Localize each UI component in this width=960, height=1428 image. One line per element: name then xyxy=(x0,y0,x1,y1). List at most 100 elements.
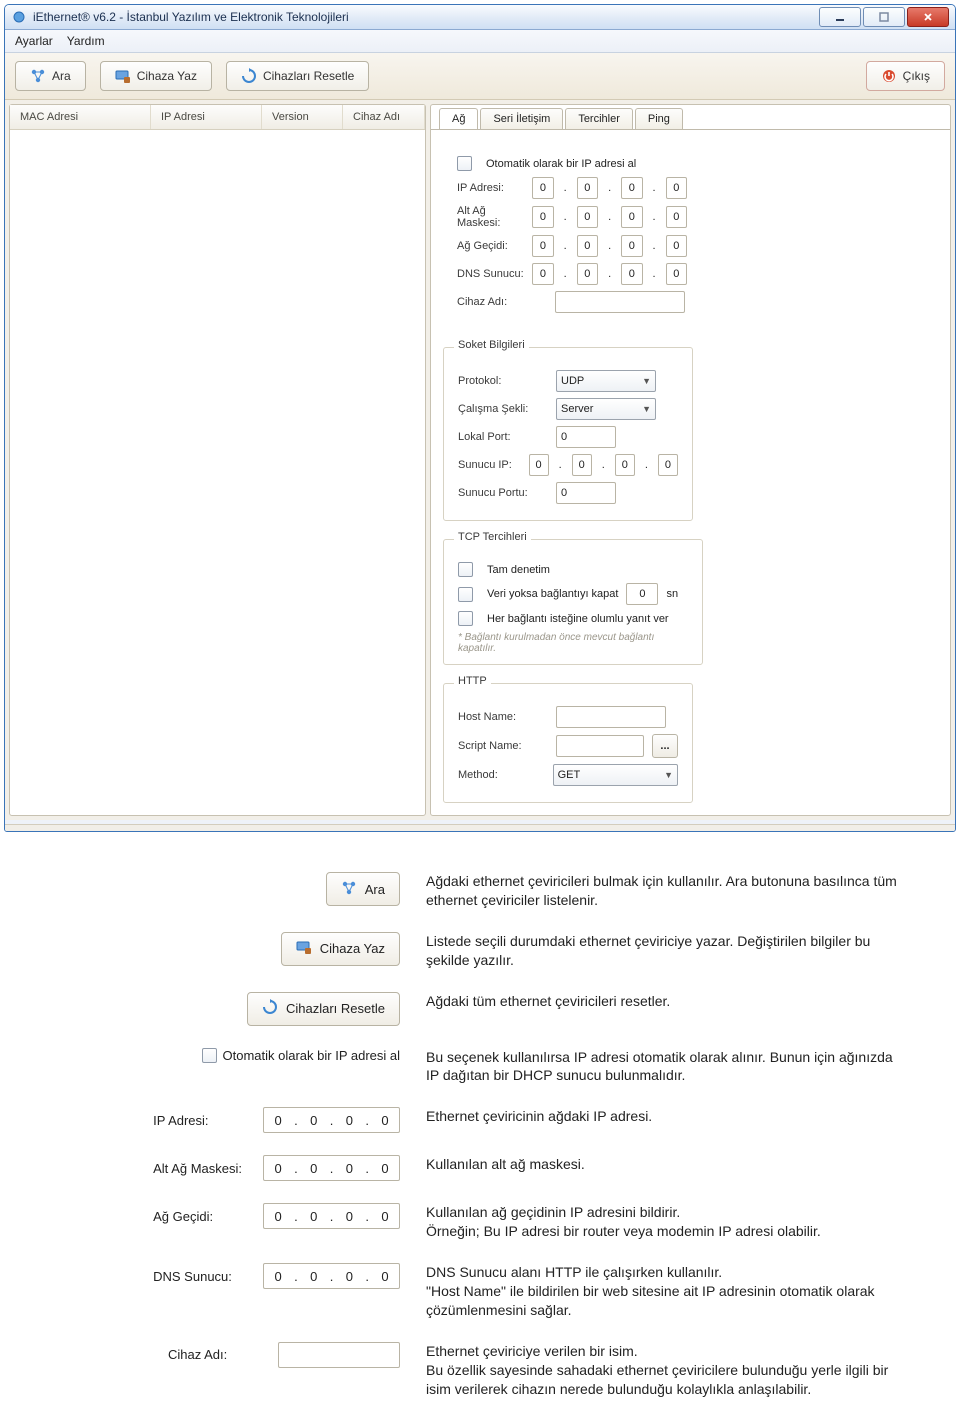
col-mac[interactable]: MAC Adresi xyxy=(10,105,151,129)
mode-label: Çalışma Şekli: xyxy=(458,403,548,415)
tcp-group: TCP Tercihleri Tam denetim Veri yoksa ba… xyxy=(443,539,703,665)
doc-ip-field: IP Adresi: 0. 0. 0. 0 xyxy=(153,1107,400,1133)
exit-button-label: Çıkış xyxy=(903,69,930,83)
tab-serial[interactable]: Seri İletişim xyxy=(480,108,563,129)
tcp-full-label: Tam denetim xyxy=(487,564,550,576)
script-label: Script Name: xyxy=(458,740,548,752)
minimize-button[interactable] xyxy=(819,7,861,27)
doc-dns-field: DNS Sunucu: 0. 0. 0. 0 xyxy=(153,1263,400,1289)
mask-label: Alt Ağ Maskesi: xyxy=(457,205,524,229)
dns-oct1[interactable]: 0 xyxy=(532,263,553,285)
mask-oct4[interactable]: 0 xyxy=(666,206,687,228)
tcp-idle-label: Veri yoksa bağlantıyı kapat xyxy=(487,588,618,600)
sport-input[interactable]: 0 xyxy=(556,482,616,504)
doc-reset-button: Cihazları Resetle xyxy=(247,992,400,1026)
mode-select[interactable]: Server▼ xyxy=(556,398,656,420)
tcp-hint: * Bağlantı kurulmadan önce mevcut bağlan… xyxy=(458,632,688,654)
doc-autoip: Otomatik olarak bir IP adresi al xyxy=(202,1048,401,1063)
gw-label: Ağ Geçidi: xyxy=(457,240,524,252)
col-version[interactable]: Version xyxy=(262,105,343,129)
col-ip[interactable]: IP Adresi xyxy=(151,105,262,129)
tcp-full-checkbox[interactable] xyxy=(458,562,473,577)
sip-oct2[interactable]: 0 xyxy=(572,454,592,476)
sport-label: Sunucu Portu: xyxy=(458,487,548,499)
close-button[interactable] xyxy=(907,7,949,27)
gw-oct1[interactable]: 0 xyxy=(532,235,553,257)
reset-button[interactable]: Cihazları Resetle xyxy=(226,61,369,91)
chevron-down-icon: ▼ xyxy=(642,404,651,414)
ip-label: IP Adresi: xyxy=(457,182,524,194)
devname-input[interactable] xyxy=(555,291,685,313)
toolbar: Ara Cihaza Yaz Cihazları Resetle Çıkış xyxy=(5,53,955,100)
autoip-label: Otomatik olarak bir IP adresi al xyxy=(486,158,636,170)
sip-label: Sunucu IP: xyxy=(458,459,521,471)
method-select[interactable]: GET▼ xyxy=(553,764,678,786)
config-pane: Ağ Seri İletişim Tercihler Ping Otomatik… xyxy=(430,104,951,816)
doc-dns-desc: DNS Sunucu alanı HTTP ile çalışırken kul… xyxy=(426,1263,900,1320)
script-input[interactable] xyxy=(556,735,644,757)
ip-oct4[interactable]: 0 xyxy=(666,177,687,199)
tcp-idle-checkbox[interactable] xyxy=(458,587,473,602)
titlebar: iEthernet® v6.2 - İstanbul Yazılım ve El… xyxy=(5,5,955,30)
tcp-accept-checkbox[interactable] xyxy=(458,611,473,626)
maximize-button[interactable] xyxy=(863,7,905,27)
gw-oct3[interactable]: 0 xyxy=(621,235,642,257)
doc-search-button: Ara xyxy=(326,872,400,906)
search-button-label: Ara xyxy=(52,69,71,83)
tcp-accept-label: Her bağlantı isteğine olumlu yanıt ver xyxy=(487,613,669,625)
device-list-header: MAC Adresi IP Adresi Version Cihaz Adı xyxy=(10,105,425,130)
chevron-down-icon: ▼ xyxy=(664,770,673,780)
script-browse-button[interactable]: ... xyxy=(652,734,678,758)
checkbox-icon xyxy=(202,1048,217,1063)
tabstrip: Ağ Seri İletişim Tercihler Ping xyxy=(431,104,950,129)
doc-write-button: Cihaza Yaz xyxy=(281,932,400,966)
menu-settings[interactable]: Ayarlar xyxy=(15,34,53,48)
device-list: MAC Adresi IP Adresi Version Cihaz Adı xyxy=(9,104,426,816)
ip-oct1[interactable]: 0 xyxy=(532,177,553,199)
device-write-icon xyxy=(115,68,131,84)
lport-label: Lokal Port: xyxy=(458,431,548,443)
reset-icon xyxy=(262,999,278,1018)
dns-label: DNS Sunucu: xyxy=(457,268,524,280)
doc-name-desc: Ethernet çeviriciye verilen bir isim. Bu… xyxy=(426,1342,900,1399)
doc-search-desc: Ağdaki ethernet çeviricileri bulmak için… xyxy=(426,872,900,910)
search-button[interactable]: Ara xyxy=(15,61,86,91)
write-button[interactable]: Cihaza Yaz xyxy=(100,61,212,91)
client-area: MAC Adresi IP Adresi Version Cihaz Adı A… xyxy=(5,100,955,820)
sip-oct4[interactable]: 0 xyxy=(658,454,678,476)
mask-oct2[interactable]: 0 xyxy=(577,206,598,228)
gw-oct2[interactable]: 0 xyxy=(577,235,598,257)
tab-network[interactable]: Ağ xyxy=(439,108,478,129)
lport-input[interactable]: 0 xyxy=(556,426,616,448)
tcp-title: TCP Tercihleri xyxy=(454,531,531,543)
sip-oct3[interactable]: 0 xyxy=(615,454,635,476)
doc-write-desc: Listede seçili durumdaki ethernet çeviri… xyxy=(426,932,900,970)
mask-oct1[interactable]: 0 xyxy=(532,206,553,228)
network-icon xyxy=(341,880,357,899)
gw-oct4[interactable]: 0 xyxy=(666,235,687,257)
ip-oct3[interactable]: 0 xyxy=(621,177,642,199)
menu-help[interactable]: Yardım xyxy=(67,34,105,48)
exit-button[interactable]: Çıkış xyxy=(866,61,945,91)
proto-label: Protokol: xyxy=(458,375,548,387)
tab-prefs[interactable]: Tercihler xyxy=(565,108,633,129)
host-input[interactable] xyxy=(556,706,666,728)
dns-oct4[interactable]: 0 xyxy=(666,263,687,285)
ip-oct2[interactable]: 0 xyxy=(577,177,598,199)
reset-button-label: Cihazları Resetle xyxy=(263,69,354,83)
dns-oct3[interactable]: 0 xyxy=(621,263,642,285)
http-group: HTTP Host Name: Script Name: ... Method:… xyxy=(443,683,693,803)
mask-oct3[interactable]: 0 xyxy=(621,206,642,228)
autoip-checkbox[interactable] xyxy=(457,156,472,171)
col-devicename[interactable]: Cihaz Adı xyxy=(343,105,425,129)
tcp-idle-value[interactable]: 0 xyxy=(626,583,658,605)
doc-name-field: Cihaz Adı: xyxy=(168,1342,400,1368)
host-label: Host Name: xyxy=(458,711,548,723)
dns-oct2[interactable]: 0 xyxy=(577,263,598,285)
socket-title: Soket Bilgileri xyxy=(454,339,529,351)
tab-ping[interactable]: Ping xyxy=(635,108,683,129)
proto-select[interactable]: UDP▼ xyxy=(556,370,656,392)
chevron-down-icon: ▼ xyxy=(642,376,651,386)
network-icon xyxy=(30,68,46,84)
sip-oct1[interactable]: 0 xyxy=(529,454,549,476)
